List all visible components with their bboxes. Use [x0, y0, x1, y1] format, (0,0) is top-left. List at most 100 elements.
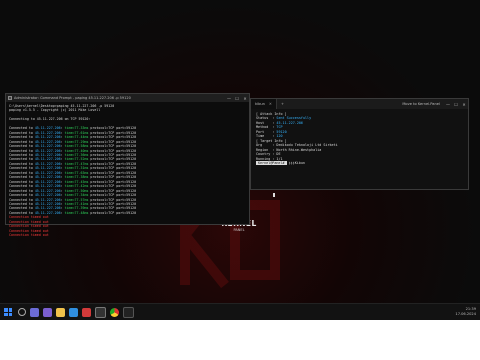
teams-icon[interactable]: [43, 307, 52, 317]
new-tab-button[interactable]: +: [277, 102, 288, 106]
connection-protocol: protocol=TCP port=59120: [88, 210, 137, 215]
connection-time: time=77.61ms: [64, 130, 89, 135]
info-key: Status :: [256, 116, 277, 121]
connection-time: time=77.45ms: [64, 179, 89, 184]
connection-time: time=77.48ms: [64, 210, 89, 215]
info-value: Dedikodu Teknoloji Ltd Sirketi: [276, 143, 338, 148]
connection-protocol: protocol=TCP port=59120: [88, 188, 137, 193]
command-prompt-window[interactable]: Administrator: Command Prompt - paping 4…: [5, 93, 250, 237]
chrome-icon[interactable]: [110, 307, 119, 317]
connected-label: Connected to: [9, 179, 35, 184]
connection-ip: 45.11.227.206: [34, 148, 61, 153]
connection-protocol: protocol=TCP port=59120: [88, 130, 137, 135]
connected-label: Connected to: [9, 193, 35, 198]
connection-protocol: protocol=TCP port=59120: [88, 152, 137, 157]
terminal-tabbar: kibun ✕ + Move to Kernel.Panel — ☐ ✕: [251, 99, 468, 109]
search-icon[interactable]: [18, 308, 26, 316]
connection-time: time=77.38ms: [64, 175, 89, 180]
info-key: Port :: [256, 129, 277, 134]
app-red-icon[interactable]: [82, 307, 91, 317]
connection-time: time=77.41ms: [64, 201, 89, 206]
close-button[interactable]: ✕: [460, 102, 468, 107]
info-key: Country :: [256, 152, 277, 157]
tab-kibun[interactable]: kibun ✕: [251, 99, 277, 109]
connection-protocol: protocol=TCP port=59120: [88, 175, 137, 180]
maximize-button[interactable]: ☐: [233, 96, 241, 101]
minimize-button[interactable]: —: [444, 102, 452, 107]
connection-time: time=77.42ms: [64, 184, 89, 189]
tab-close-icon[interactable]: ✕: [269, 102, 272, 106]
connection-protocol: protocol=TCP port=59120: [88, 184, 137, 189]
connection-protocol: protocol=TCP port=59120: [88, 157, 137, 162]
connected-label: Connected to: [9, 166, 35, 171]
info-value: 45.11.227.206: [276, 120, 303, 125]
store-icon[interactable]: [69, 307, 78, 317]
connection-time: time=77.36ms: [64, 152, 89, 157]
close-button[interactable]: ✕: [241, 96, 249, 101]
console-output[interactable]: C:\Users\kernel\Desktop>paping 45.11.227…: [6, 102, 249, 240]
connection-time: time=77.40ms: [64, 148, 89, 153]
connected-label: Connected to: [9, 175, 35, 180]
start-windows-icon[interactable]: [4, 308, 12, 316]
mouse-cursor: [273, 193, 275, 197]
connection-protocol: protocol=TCP port=59120: [88, 144, 137, 149]
connection-protocol: protocol=TCP port=59120: [88, 148, 137, 153]
system-tray[interactable]: 21:39 17.06.2024: [455, 307, 476, 316]
info-value: 120: [276, 134, 283, 139]
terminal-output[interactable]: [ Attack Info ] Status : Sent Successfull…: [251, 109, 468, 168]
tab-label: kibun: [255, 102, 265, 106]
connection-ip: 45.11.227.206: [34, 193, 61, 198]
connection-protocol: protocol=TCP port=59120: [88, 135, 137, 140]
connection-time: time=77.44ms: [64, 135, 89, 140]
connection-time: time=77.57ms: [64, 197, 89, 202]
info-key: Method :: [256, 125, 277, 130]
terminal-window[interactable]: kibun ✕ + Move to Kernel.Panel — ☐ ✕ [ A…: [250, 98, 469, 190]
info-value: DE: [276, 152, 281, 157]
file-explorer-icon[interactable]: [56, 307, 65, 317]
connection-time: time=77.58ms: [64, 144, 89, 149]
connection-protocol: protocol=TCP port=59120: [88, 126, 137, 131]
connection-time: time=77.34ms: [64, 193, 89, 198]
app-terminal-icon[interactable]: [95, 306, 106, 318]
connected-label: Connected to: [9, 210, 35, 215]
connection-ip: 45.11.227.206: [34, 152, 61, 157]
connection-ip: 45.11.227.206: [34, 188, 61, 193]
connection-ip: 45.11.227.206: [34, 157, 61, 162]
connection-ip: 45.11.227.206: [34, 206, 61, 211]
terminal-header-text: Move to Kernel.Panel: [402, 102, 440, 106]
connection-ip: 45.11.227.206: [34, 161, 61, 166]
info-key: Running :: [256, 156, 277, 161]
connection-protocol: protocol=TCP port=59120: [88, 193, 137, 198]
connected-label: Connected to: [9, 206, 35, 211]
app-dark-icon[interactable]: [123, 306, 134, 318]
connection-ip: 45.11.227.206: [34, 175, 61, 180]
maximize-button[interactable]: ☐: [452, 102, 460, 107]
connection-protocol: protocol=TCP port=59120: [88, 201, 137, 206]
info-value: 59120: [276, 129, 287, 134]
connection-protocol: protocol=TCP port=59120: [88, 197, 137, 202]
connection-ip: 45.11.227.206: [34, 210, 61, 215]
prompt-input: ❯❯❯Kibun: [286, 160, 305, 165]
connected-label: Connected to: [9, 188, 35, 193]
connected-label: Connected to: [9, 197, 35, 202]
connection-protocol: protocol=TCP port=59120: [88, 166, 137, 171]
connected-label: Connected to: [9, 161, 35, 166]
connected-label: Connected to: [9, 130, 35, 135]
connection-time: time=77.33ms: [64, 126, 89, 131]
command-prompt-titlebar[interactable]: Administrator: Command Prompt - paping 4…: [6, 94, 249, 102]
timeout-row: Connection timed out: [9, 233, 49, 238]
connection-protocol: protocol=TCP port=59120: [88, 161, 137, 166]
connected-label: Connected to: [9, 184, 35, 189]
minimize-button[interactable]: —: [225, 96, 233, 101]
info-key: Region :: [256, 147, 277, 152]
task-view-icon[interactable]: [30, 307, 39, 317]
connected-label: Connected to: [9, 157, 35, 162]
connected-label: Connected to: [9, 201, 35, 206]
info-value: Sent Successfully: [276, 116, 312, 121]
connection-ip: 45.11.227.206: [34, 197, 61, 202]
connection-ip: 45.11.227.206: [34, 201, 61, 206]
info-key: Org :: [256, 143, 277, 148]
connection-ip: 45.11.227.206: [34, 139, 61, 144]
connection-ip: 45.11.227.206: [34, 126, 61, 131]
connected-label: Connected to: [9, 148, 35, 153]
